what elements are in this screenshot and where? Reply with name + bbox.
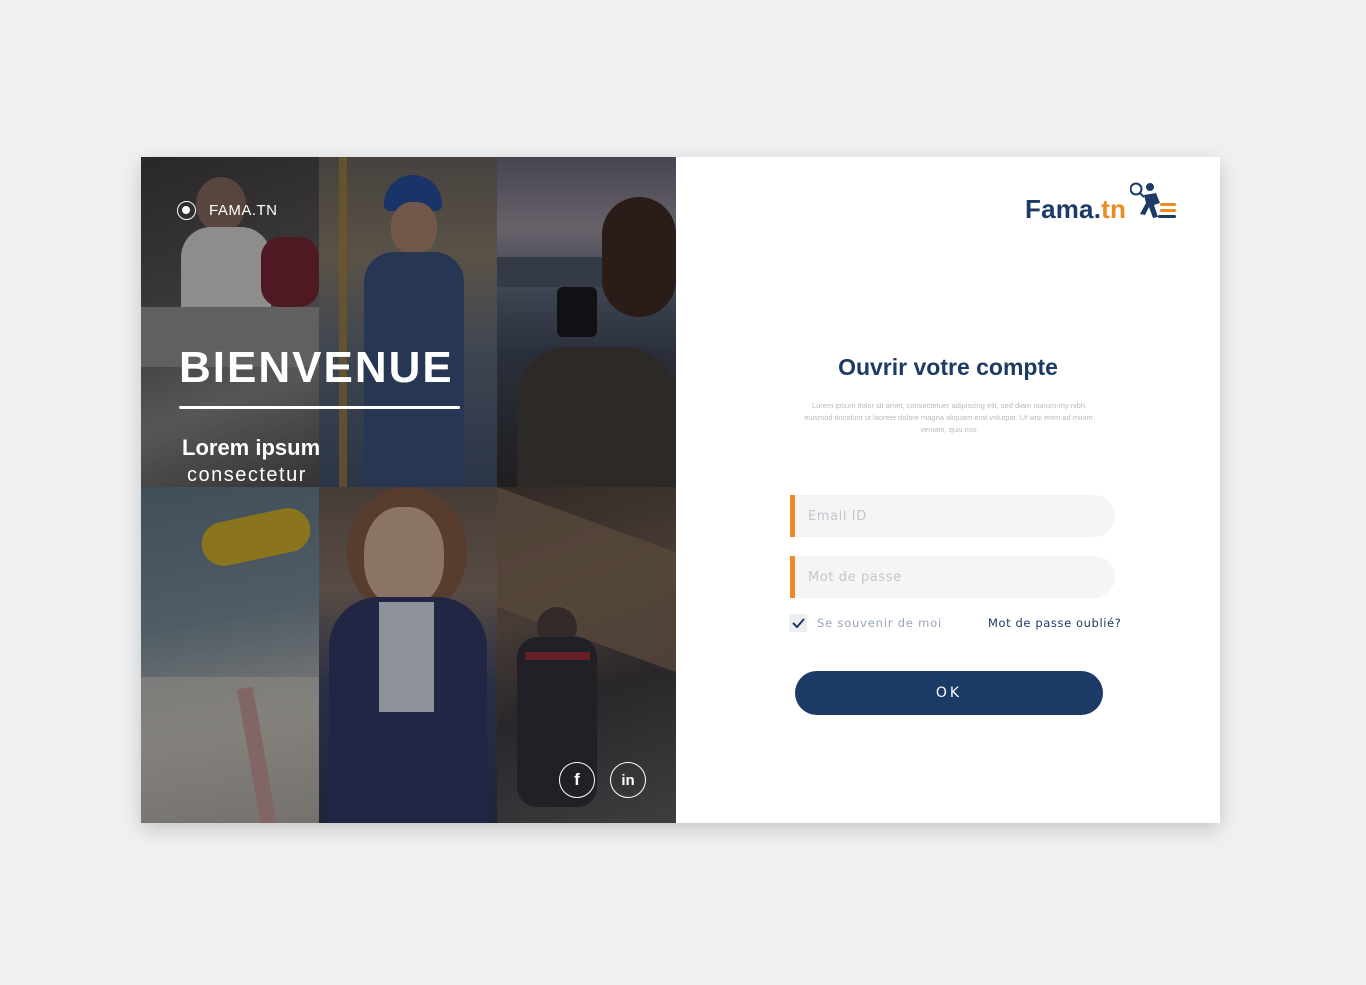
- hero-photo-panel: FAMA.TN BIENVENUE Lorem ipsum consectetu…: [141, 157, 676, 823]
- target-icon: [177, 201, 196, 220]
- logo-wordmark-accent: tn: [1101, 194, 1127, 224]
- remember-me[interactable]: Se souvenir de moi: [789, 614, 942, 632]
- fama-logo: Fama.tn: [1025, 181, 1178, 225]
- left-brand: FAMA.TN: [177, 201, 278, 220]
- hero-tagline: consectetur: [187, 464, 307, 486]
- hero-subtitle: Lorem ipsum: [182, 435, 321, 460]
- password-field: [790, 556, 1115, 598]
- ok-button[interactable]: OK: [795, 671, 1103, 715]
- login-card: FAMA.TN BIENVENUE Lorem ipsum consectetu…: [141, 157, 1220, 823]
- facebook-glyph: f: [574, 770, 580, 789]
- form-title: Ouvrir votre compte: [838, 354, 1058, 380]
- linkedin-icon[interactable]: in: [610, 762, 646, 798]
- forgot-password-link[interactable]: Mot de passe oublié?: [988, 616, 1121, 630]
- form-description: Lorem ipsum dolor sit amet, consectetuer…: [804, 401, 1093, 434]
- check-icon: [791, 618, 805, 628]
- email-field: [790, 495, 1115, 537]
- password-input[interactable]: [808, 569, 1115, 585]
- welcome-underline: [179, 406, 460, 409]
- remember-label: Se souvenir de moi: [817, 616, 942, 630]
- email-input[interactable]: [808, 508, 1115, 524]
- linkedin-glyph: in: [621, 771, 635, 789]
- photo-dark-overlay: [141, 157, 676, 823]
- facebook-icon[interactable]: f: [559, 762, 595, 798]
- remember-checkbox[interactable]: [789, 614, 807, 632]
- welcome-heading: BIENVENUE: [179, 343, 454, 392]
- left-brand-label: FAMA.TN: [209, 202, 278, 219]
- logo-wordmark: Fama.tn: [1025, 194, 1126, 225]
- logo-wordmark-main: Fama.: [1025, 194, 1102, 224]
- running-person-logo-icon: [1130, 182, 1177, 218]
